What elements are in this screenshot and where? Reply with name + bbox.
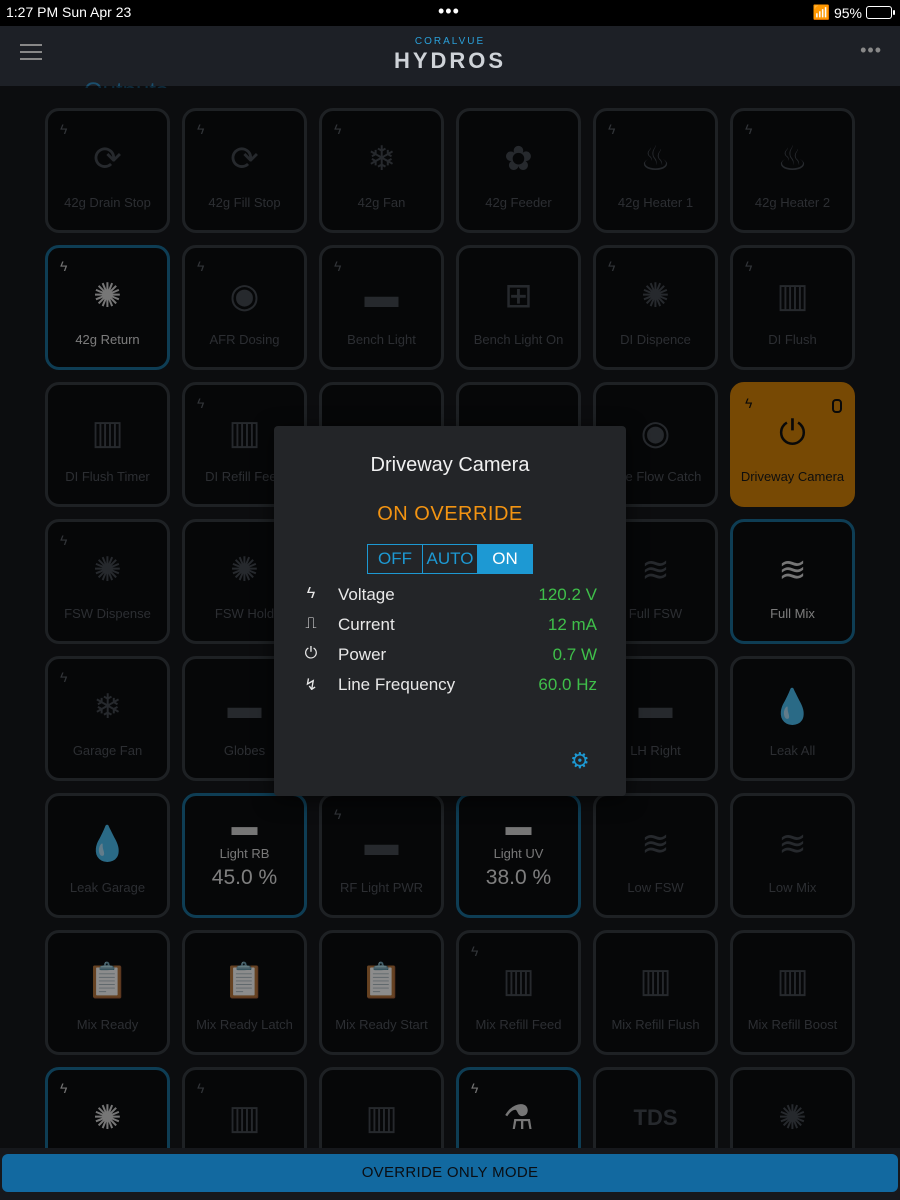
reading-value: 12 mA [547,615,597,634]
reading-label: Voltage [338,585,395,604]
reading-power: ⏻ Power 0.7 W [300,645,597,669]
popup-title: Driveway Camera [370,454,530,476]
battery-percent: 95% [833,4,862,21]
reading-label: Line Frequency [338,675,456,694]
reading-label: Current [338,615,395,634]
reading-line-frequency: ↯ Line Frequency 60.0 Hz [300,675,597,699]
reading-voltage: ϟ Voltage 120.2 V [300,585,597,609]
reading-value: 0.7 W [552,645,597,664]
reading-label: Power [338,645,387,664]
mode-auto-button[interactable]: AUTO [422,545,477,573]
status-time: 1:27 PM Sun Apr 23 [6,4,132,20]
mode-on-button[interactable]: ON [477,545,532,573]
brand-big: HYDROS [393,48,507,73]
reading-current: ⎍ Current 12 mA [300,615,597,639]
output-popup: Driveway Camera ON OVERRIDE OFF AUTO ON … [274,426,626,796]
status-bar: 1:27 PM Sun Apr 23 ••• 📶 95% [0,0,900,26]
battery-status: 📶 95% [812,4,895,21]
battery-icon [866,6,895,19]
gear-icon[interactable]: ⚙ [570,748,590,774]
plug-icon: ⏻ [304,645,318,662]
override-only-mode-button[interactable]: OVERRIDE ONLY MODE [2,1154,898,1192]
reading-value: 60.0 Hz [538,675,597,694]
frequency-icon: ↯ [304,677,318,694]
multitask-dots[interactable]: ••• [438,1,460,22]
popup-state: ON OVERRIDE [377,503,523,525]
reading-value: 120.2 V [538,585,597,604]
bolt-icon: ϟ [306,585,316,602]
waveform-icon: ⎍ [305,615,317,632]
wifi-icon: 📶 [812,4,830,20]
app-header: CORALVUE HYDROS ••• [0,26,900,86]
bottom-bar: OVERRIDE ONLY MODE [0,1148,900,1200]
more-options-icon[interactable]: ••• [860,40,882,61]
brand-small: CORALVUE [414,36,486,47]
mode-selector: OFF AUTO ON [367,544,533,574]
mode-off-button[interactable]: OFF [368,545,422,573]
